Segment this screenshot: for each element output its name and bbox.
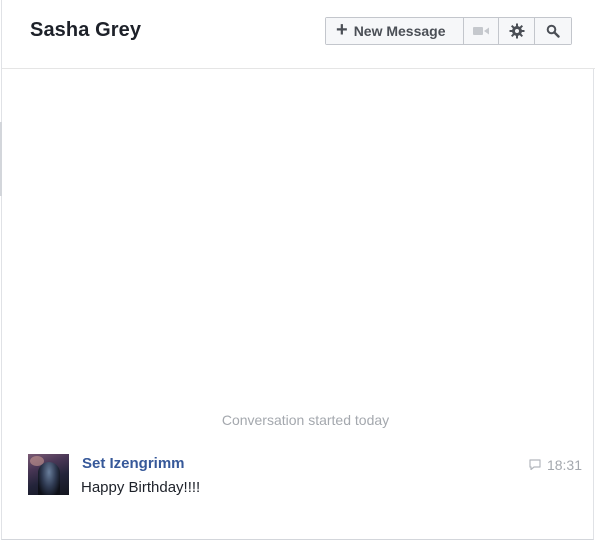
settings-button[interactable]	[499, 18, 535, 44]
video-camera-icon	[473, 26, 489, 36]
search-button[interactable]	[535, 18, 571, 44]
message-item: Set Izengrimm Happy Birthday!!!! 18:31	[28, 454, 588, 498]
message-bubble-icon	[529, 457, 547, 473]
gear-icon	[509, 23, 525, 39]
message-time: 18:31	[546, 457, 582, 473]
avatar[interactable]	[28, 454, 69, 495]
conversation-header: Sasha Grey + New Message	[2, 0, 595, 69]
messenger-window: Sasha Grey + New Message Conversation st…	[0, 0, 597, 542]
left-accent-bar	[0, 122, 2, 196]
message-sender[interactable]: Set Izengrimm	[82, 455, 185, 472]
search-icon	[546, 24, 560, 38]
new-message-label: New Message	[353, 23, 446, 39]
video-call-button[interactable]	[464, 18, 499, 44]
conversation-started-note: Conversation started today	[221, 412, 390, 428]
conversation-title: Sasha Grey	[30, 19, 142, 41]
header-toolbar: + New Message	[325, 17, 572, 45]
plus-icon: +	[336, 19, 348, 41]
conversation-panel: Sasha Grey + New Message Conversation st…	[1, 0, 595, 540]
message-meta: 18:31	[529, 457, 582, 473]
new-message-button[interactable]: + New Message	[326, 18, 464, 44]
message-text: Happy Birthday!!!!	[81, 479, 201, 496]
